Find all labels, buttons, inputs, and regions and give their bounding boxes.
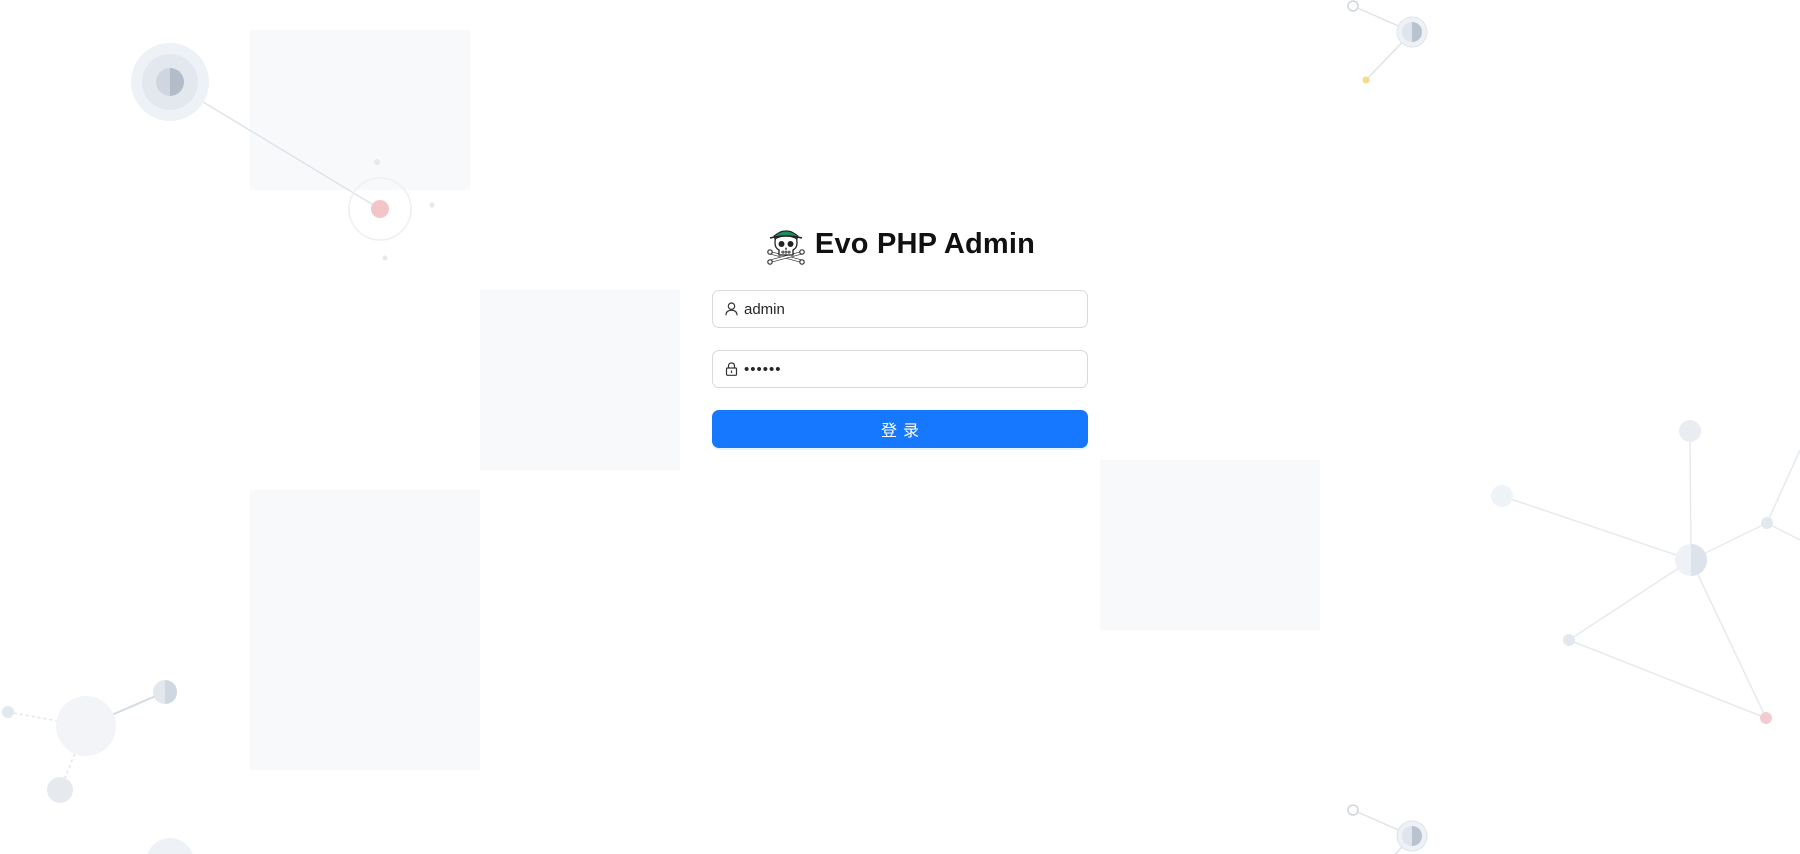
skull-pirate-icon: [767, 230, 805, 265]
brand-header: Evo PHP Admin: [712, 222, 1088, 266]
password-input[interactable]: [744, 354, 1076, 384]
app-title: Evo PHP Admin: [814, 227, 1036, 260]
login-form: Evo PHP Admin 登录: [712, 222, 1088, 448]
username-input[interactable]: [744, 294, 1076, 324]
password-field[interactable]: [712, 350, 1088, 388]
login-page: Evo PHP Admin 登录: [0, 0, 1800, 854]
login-button[interactable]: 登录: [712, 410, 1088, 448]
lock-icon: [724, 362, 738, 376]
username-field[interactable]: [712, 290, 1088, 328]
user-icon: [724, 302, 738, 316]
